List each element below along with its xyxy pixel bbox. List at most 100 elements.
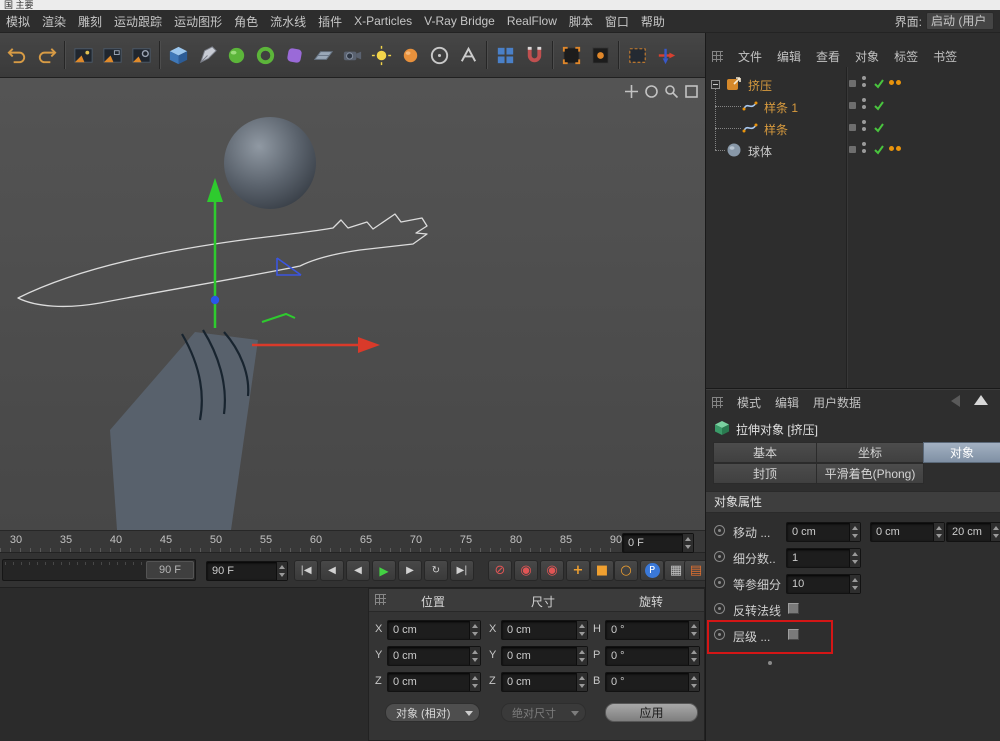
object-label[interactable]: 挤压 <box>748 77 772 94</box>
spline-icon[interactable] <box>742 120 758 136</box>
pos-y-field[interactable]: 0 cm <box>387 646 481 666</box>
tab-coordinates[interactable]: 坐标 <box>816 442 924 463</box>
flip-normals-checkbox[interactable] <box>788 603 799 614</box>
keyframe-toggle-icon[interactable] <box>714 577 725 588</box>
size-z-field[interactable]: 0 cm <box>501 672 588 692</box>
enable-check-icon[interactable] <box>873 144 885 156</box>
goto-start-button[interactable]: |◀ <box>294 560 318 581</box>
snap-grid-icon[interactable] <box>491 41 519 69</box>
panel-grip-icon[interactable] <box>375 594 386 605</box>
stepper[interactable] <box>576 647 587 665</box>
menu-motion-tracking[interactable]: 运动跟踪 <box>114 13 162 30</box>
stepper[interactable] <box>990 523 1000 541</box>
tab-basic[interactable]: 基本 <box>713 442 817 463</box>
rotation-handle-green[interactable] <box>262 314 295 322</box>
menu-mograph[interactable]: 运动图形 <box>174 13 222 30</box>
origin-point[interactable] <box>211 296 219 304</box>
stepper[interactable] <box>688 647 699 665</box>
move-z-field[interactable]: 20 cm <box>946 522 1000 542</box>
interface-selector[interactable]: 界面: 启动 (用户 <box>895 12 994 30</box>
stepper[interactable] <box>688 621 699 639</box>
tab-object[interactable]: 对象 <box>923 442 1000 463</box>
extrude-icon[interactable] <box>726 76 742 92</box>
magnet-icon[interactable] <box>520 41 548 69</box>
sphere-icon[interactable] <box>726 142 742 158</box>
cube-primitive-icon[interactable] <box>164 41 192 69</box>
move-y-field[interactable]: 0 cm <box>870 522 945 542</box>
tab-caps[interactable]: 封顶 <box>713 463 817 484</box>
menu-plugins[interactable]: 插件 <box>318 13 342 30</box>
panel-grip-icon[interactable] <box>712 397 723 408</box>
object-label[interactable]: 球体 <box>748 143 772 160</box>
menu-character[interactable]: 角色 <box>234 13 258 30</box>
pan-view-icon[interactable] <box>624 84 639 99</box>
autokey-record-button[interactable]: ◉ <box>540 560 564 581</box>
tab-phong[interactable]: 平滑着色(Phong) <box>816 463 924 484</box>
key-parameter-button[interactable]: P <box>640 560 664 581</box>
timeline-ruler[interactable]: 30 35 40 45 50 55 60 65 70 75 80 85 90 0… <box>0 530 705 553</box>
menu-realflow[interactable]: RealFlow <box>507 14 557 28</box>
timeline-slider[interactable]: 90 F <box>2 559 196 581</box>
object-label[interactable]: 样条 <box>764 121 788 138</box>
menu-sculpt[interactable]: 雕刻 <box>78 13 102 30</box>
x-axis-arrow[interactable] <box>358 337 380 353</box>
undo-icon[interactable] <box>3 41 31 69</box>
maximize-view-icon[interactable] <box>684 84 699 99</box>
sky-icon[interactable] <box>396 41 424 69</box>
spline-outline[interactable] <box>18 214 427 306</box>
stepper[interactable] <box>849 575 860 593</box>
redo-icon[interactable] <box>32 41 60 69</box>
key-position-button[interactable]: + <box>566 560 590 581</box>
y-axis-arrow[interactable] <box>207 178 223 202</box>
object-properties-section[interactable]: 对象属性 <box>706 491 1000 513</box>
stepper[interactable] <box>933 523 944 541</box>
step-forward-button[interactable]: ▶ <box>398 560 422 581</box>
enable-check-icon[interactable] <box>873 78 885 90</box>
stepper[interactable] <box>469 647 480 665</box>
rot-h-field[interactable]: 0 ° <box>605 620 700 640</box>
panel-grip-icon[interactable] <box>712 51 723 62</box>
menu-help[interactable]: 帮助 <box>641 13 665 30</box>
camera-icon[interactable] <box>338 41 366 69</box>
record-button[interactable]: ◉ <box>514 560 538 581</box>
enable-check-icon[interactable] <box>873 100 885 112</box>
render-picture-viewer-icon[interactable] <box>98 41 126 69</box>
scroll-up-icon[interactable] <box>974 395 988 405</box>
pos-x-field[interactable]: 0 cm <box>387 620 481 640</box>
object-label[interactable]: 样条 1 <box>764 99 798 116</box>
extruded-surface[interactable] <box>110 332 258 530</box>
keyframe-toggle-icon[interactable] <box>714 551 725 562</box>
scene-canvas[interactable] <box>0 78 705 530</box>
timeline-thumb[interactable]: 90 F <box>146 561 194 579</box>
menu-window[interactable]: 窗口 <box>605 13 629 30</box>
previous-key-button[interactable]: ◀ <box>320 560 344 581</box>
om-menu-object[interactable]: 对象 <box>855 48 879 65</box>
tree-row-sphere[interactable]: 球体 <box>706 139 1000 161</box>
rot-p-field[interactable]: 0 ° <box>605 646 700 666</box>
stepper[interactable] <box>688 673 699 691</box>
visibility-dots[interactable] <box>862 142 866 153</box>
menu-pipeline[interactable]: 流水线 <box>270 13 306 30</box>
om-menu-file[interactable]: 文件 <box>738 48 762 65</box>
history-back-icon[interactable] <box>951 395 960 407</box>
zoom-view-icon[interactable] <box>664 84 679 99</box>
stepper[interactable] <box>276 562 287 580</box>
display-mode-icon[interactable] <box>557 41 585 69</box>
visibility-dots[interactable] <box>862 76 866 87</box>
stepper[interactable] <box>849 549 860 567</box>
generator-icon[interactable] <box>222 41 250 69</box>
subdivision-field[interactable]: 1 <box>786 548 861 568</box>
stepper[interactable] <box>576 673 587 691</box>
pen-spline-icon[interactable] <box>193 41 221 69</box>
layer-color-chip[interactable] <box>849 80 856 87</box>
size-x-field[interactable]: 0 cm <box>501 620 588 640</box>
current-frame-field[interactable]: 90 F <box>206 561 288 581</box>
step-back-button[interactable]: ◀ <box>346 560 370 581</box>
size-y-field[interactable]: 0 cm <box>501 646 588 666</box>
layer-color-chip[interactable] <box>849 102 856 109</box>
floor-icon[interactable] <box>309 41 337 69</box>
typography-icon[interactable] <box>454 41 482 69</box>
pos-z-field[interactable]: 0 cm <box>387 672 481 692</box>
help-cursor-icon[interactable] <box>425 41 453 69</box>
coordinate-mode-dropdown[interactable]: 对象 (相对) <box>385 703 480 722</box>
